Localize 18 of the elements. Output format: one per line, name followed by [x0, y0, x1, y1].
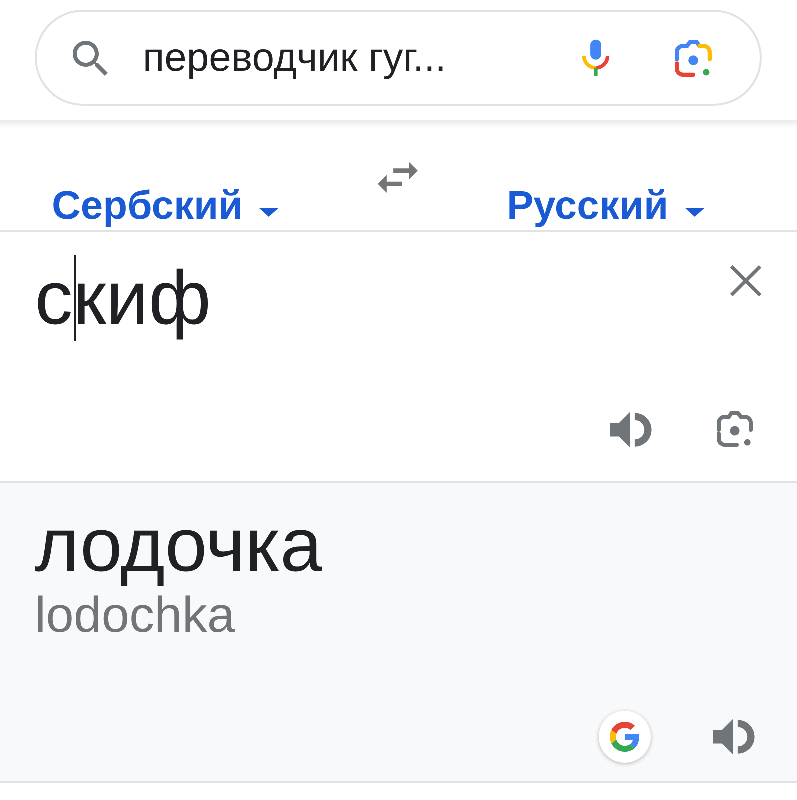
source-language-dropdown[interactable]: Сербский	[52, 184, 280, 228]
clear-text-button[interactable]	[730, 265, 762, 297]
transliteration-text: lodochka	[35, 588, 236, 643]
swap-languages-button[interactable]	[378, 162, 418, 193]
g-logo-button[interactable]	[599, 711, 651, 763]
caret-down-icon	[259, 208, 280, 216]
search-icon	[73, 40, 108, 76]
translation-text: лодочка	[35, 504, 323, 588]
microphone-button[interactable]	[581, 38, 611, 78]
target-language-dropdown[interactable]: Русский	[507, 184, 705, 228]
speaker-button[interactable]	[610, 412, 652, 448]
camera-button[interactable]	[715, 410, 755, 450]
g-logo-icon	[610, 722, 640, 752]
source-text-field[interactable]: скиф	[35, 251, 212, 346]
speaker-button[interactable]	[713, 719, 755, 755]
lens-camera-button[interactable]	[675, 40, 712, 76]
search-field[interactable]: переводчик гуг...	[35, 10, 762, 106]
caret-down-icon	[684, 208, 705, 216]
